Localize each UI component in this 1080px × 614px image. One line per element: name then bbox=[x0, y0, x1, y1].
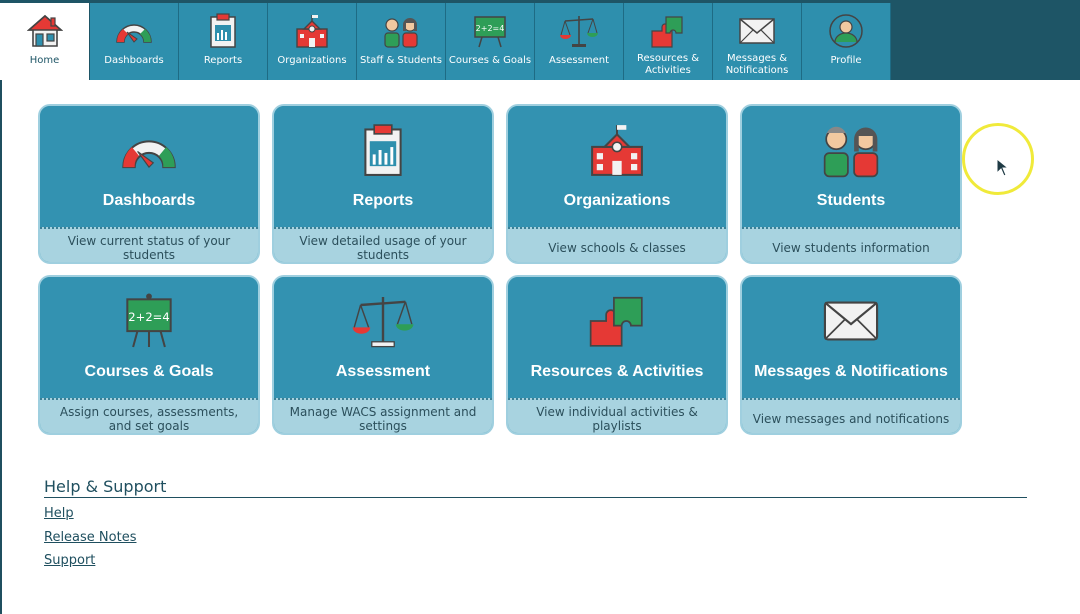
tile-description: Manage WACS assignment and settings bbox=[289, 404, 477, 433]
release-notes-link[interactable]: Release Notes bbox=[44, 530, 136, 545]
tab-label: Reports bbox=[203, 55, 243, 66]
chalkboard-icon: 2+2=4 bbox=[114, 289, 184, 353]
scale-icon bbox=[348, 289, 418, 353]
tab-label: Dashboards bbox=[104, 55, 164, 66]
school-icon bbox=[582, 118, 652, 182]
tab-reports[interactable]: Reports bbox=[179, 3, 268, 80]
puzzle-icon bbox=[648, 13, 688, 49]
tile-courses-goals[interactable]: 2+2=4 Courses & Goals Assign courses, as… bbox=[38, 275, 260, 435]
clipboard-chart-icon bbox=[203, 13, 243, 49]
help-support-heading: Help & Support bbox=[44, 477, 167, 496]
tile-title: Dashboards bbox=[102, 192, 196, 209]
envelope-icon bbox=[816, 289, 886, 353]
tile-description: View messages and notifications bbox=[752, 411, 950, 426]
tile-description-area: Assign courses, assessments, and set goa… bbox=[40, 398, 258, 433]
puzzle-icon bbox=[582, 289, 652, 353]
tab-profile[interactable]: Profile bbox=[802, 3, 891, 80]
tab-label: Organizations bbox=[277, 55, 347, 66]
tab-courses-goals[interactable]: 2+2=4 Courses & Goals bbox=[446, 3, 535, 80]
tab-label: Courses & Goals bbox=[448, 55, 532, 66]
people-icon bbox=[381, 13, 421, 49]
tile-description: View schools & classes bbox=[548, 240, 686, 255]
tile-title: Courses & Goals bbox=[84, 363, 214, 380]
page-left-border bbox=[0, 0, 2, 614]
tile-assessment[interactable]: Assessment Manage WACS assignment and se… bbox=[272, 275, 494, 435]
tab-label: Staff & Students bbox=[359, 55, 443, 66]
tile-organizations[interactable]: Organizations View schools & classes bbox=[506, 104, 728, 264]
gauge-icon bbox=[114, 118, 184, 182]
tile-dashboards[interactable]: Dashboards View current status of your s… bbox=[38, 104, 260, 264]
tab-messages-notifications[interactable]: Messages & Notifications bbox=[713, 3, 802, 80]
clipboard-chart-icon bbox=[348, 118, 418, 182]
tile-title: Students bbox=[816, 192, 886, 209]
tile-messages-notifications[interactable]: Messages & Notifications View messages a… bbox=[740, 275, 962, 435]
chalkboard-equation: 2+2=4 bbox=[128, 310, 169, 324]
tile-description-area: View detailed usage of your students bbox=[274, 227, 492, 262]
tab-label: Home bbox=[29, 55, 60, 66]
house-icon bbox=[25, 13, 65, 49]
tile-description: Assign courses, assessments, and set goa… bbox=[59, 404, 239, 433]
tile-description-area: View schools & classes bbox=[508, 227, 726, 262]
tile-description: View students information bbox=[772, 240, 930, 255]
user-circle-icon bbox=[826, 13, 866, 49]
tab-label: Resources & Activities bbox=[636, 53, 700, 76]
tab-dashboards[interactable]: Dashboards bbox=[90, 3, 179, 80]
tile-description-area: View current status of your students bbox=[40, 227, 258, 262]
scale-icon bbox=[559, 13, 599, 49]
tile-description: View individual activities & playlists bbox=[536, 404, 698, 433]
tile-description: View current status of your students bbox=[67, 233, 231, 262]
tab-label: Assessment bbox=[549, 55, 609, 66]
chalkboard-equation: 2+2=4 bbox=[476, 24, 505, 33]
tab-resources-activities[interactable]: Resources & Activities bbox=[624, 3, 713, 80]
tile-description-area: View students information bbox=[742, 227, 960, 262]
tile-description-area: View individual activities & playlists bbox=[508, 398, 726, 433]
tile-description-area: Manage WACS assignment and settings bbox=[274, 398, 492, 433]
tile-title: Assessment bbox=[335, 363, 431, 380]
tile-resources-activities[interactable]: Resources & Activities View individual a… bbox=[506, 275, 728, 435]
tab-staff-students[interactable]: Staff & Students bbox=[357, 3, 446, 80]
mouse-pointer-icon bbox=[996, 158, 1010, 177]
tile-students[interactable]: Students View students information bbox=[740, 104, 962, 264]
tile-description-area: View messages and notifications bbox=[742, 398, 960, 433]
tab-label: Profile bbox=[830, 55, 862, 66]
tile-reports[interactable]: Reports View detailed usage of your stud… bbox=[272, 104, 494, 264]
tab-home[interactable]: Home bbox=[0, 3, 89, 80]
envelope-icon bbox=[737, 13, 777, 49]
tab-label: Messages & Notifications bbox=[725, 53, 789, 76]
tile-title: Organizations bbox=[563, 192, 671, 209]
tile-title: Reports bbox=[352, 192, 414, 209]
chalkboard-icon: 2+2=4 bbox=[470, 13, 510, 49]
tile-title: Resources & Activities bbox=[530, 363, 704, 380]
tab-assessment[interactable]: Assessment bbox=[535, 3, 624, 80]
help-link[interactable]: Help bbox=[44, 506, 74, 521]
help-divider bbox=[44, 497, 1027, 498]
gauge-icon bbox=[114, 13, 154, 49]
top-navigation-bar: Home Dashboards Reports Organizations St… bbox=[0, 0, 1080, 80]
tile-description: View detailed usage of your students bbox=[299, 233, 467, 262]
tile-title: Messages & Notifications bbox=[754, 363, 948, 380]
school-icon bbox=[292, 13, 332, 49]
tab-organizations[interactable]: Organizations bbox=[268, 3, 357, 80]
support-link[interactable]: Support bbox=[44, 553, 95, 568]
people-icon bbox=[816, 118, 886, 182]
